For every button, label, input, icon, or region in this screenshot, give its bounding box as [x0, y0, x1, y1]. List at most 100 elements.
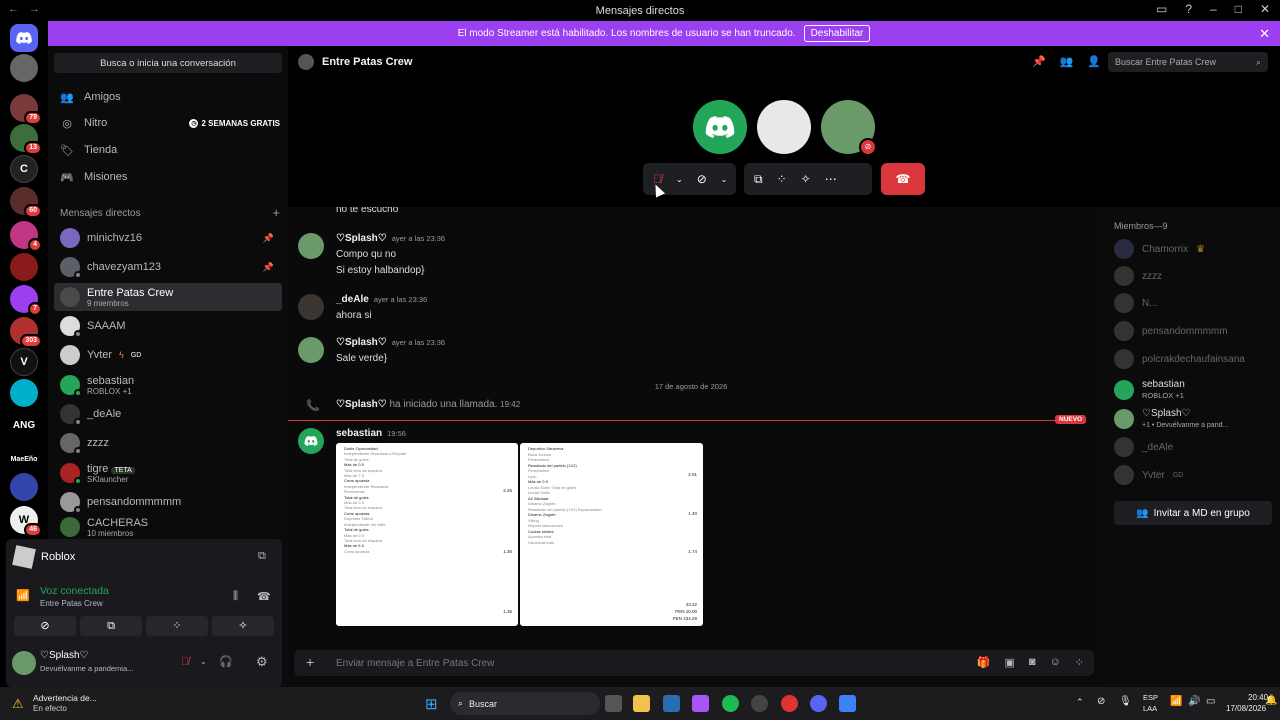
mic-icon[interactable]: 🎙 [1119, 696, 1132, 707]
user-avatar[interactable] [12, 651, 36, 675]
avatar[interactable] [298, 337, 324, 363]
dm-item[interactable]: _deAle [54, 400, 282, 428]
server-icon[interactable]: MaeEño [8, 445, 40, 473]
disable-streamer-button[interactable]: Deshabilitar [803, 25, 871, 42]
file-explorer-icon[interactable] [633, 695, 650, 712]
server-icon[interactable]: ANG [10, 411, 38, 439]
member-item[interactable]: pensandommmmm [1114, 321, 1274, 341]
attachment-image[interactable]: Deportivo Saravena Boca Juniors Fenerbahce… [520, 443, 703, 626]
server-icon[interactable]: 60 [10, 187, 42, 218]
member-item[interactable]: sebastian ROBLOX +1 [1114, 379, 1274, 401]
discord-taskbar-icon[interactable] [810, 695, 827, 712]
headphones-icon[interactable]: 🎧 [219, 655, 233, 668]
create-dm-icon[interactable]: + [272, 206, 280, 219]
close-icon[interactable]: ✕ [1260, 2, 1270, 16]
avatar[interactable] [298, 428, 324, 454]
server-icon[interactable]: V [10, 348, 38, 376]
notification-title[interactable]: Advertencia de... [33, 693, 97, 703]
dm-item[interactable]: minichvz16 📌 [54, 224, 282, 252]
server-icon[interactable]: 7 [10, 285, 42, 316]
back-icon[interactable]: ← [8, 3, 19, 15]
activity-stream-icon[interactable]: ⧉ [258, 550, 266, 563]
member-item[interactable]: zzzz [1114, 266, 1274, 286]
more-icon[interactable]: ⋯ [825, 172, 837, 186]
channel-search[interactable]: Buscar Entre Patas Crew ⌕ [1108, 52, 1268, 72]
member-item[interactable]: polcrakdechaufainsana [1114, 349, 1274, 369]
wifi-icon[interactable]: 📶 [1170, 696, 1182, 707]
screen-share-button[interactable]: ⧉ [80, 616, 142, 636]
gift-icon[interactable]: 🎁 [977, 656, 991, 669]
nav-friends[interactable]: 👥 Amigos [60, 85, 280, 109]
server-icon[interactable]: 303 [10, 317, 42, 348]
maximize-icon[interactable]: □ [1235, 2, 1242, 16]
server-icon[interactable]: 79 [10, 94, 42, 125]
chevron-up-icon[interactable]: ⌃ [1076, 697, 1084, 708]
discord-home-icon[interactable] [10, 24, 38, 52]
server-icon[interactable]: 4 [10, 221, 42, 252]
volume-icon[interactable]: 🔊 [1188, 696, 1200, 707]
noise-suppression-icon[interactable]: ⫼ [233, 590, 238, 603]
mic-muted-icon[interactable]: 🎙̸ [181, 656, 189, 668]
notifications-icon[interactable]: 🔔 [1265, 695, 1277, 706]
dm-item-selected[interactable]: Entre Patas Crew 9 miembros [54, 283, 282, 311]
taskbar-search[interactable]: ⌕ Buscar [450, 692, 600, 715]
server-icon[interactable] [10, 473, 38, 501]
member-item[interactable]: Chamorrix ♛ [1114, 239, 1274, 259]
windows-start-icon[interactable]: ⊞ [425, 695, 438, 713]
keyboard-language[interactable]: ESP [1143, 693, 1158, 702]
member-item[interactable]: _deAle [1114, 437, 1274, 457]
add-attachment-icon[interactable]: + [306, 654, 314, 670]
keyboard-layout[interactable]: LAA [1143, 704, 1157, 713]
camera-off-button[interactable]: ⊘ [14, 616, 76, 636]
server-icon[interactable] [10, 253, 38, 281]
pin-icon[interactable]: 📌 [1032, 55, 1046, 68]
apps-icon[interactable]: ⁘ [1075, 656, 1084, 669]
member-item[interactable]: ♡Splash♡ +1 • Devuélvanme a pand... [1114, 408, 1274, 430]
voice-channel[interactable]: Entre Patas Crew [40, 599, 103, 608]
server-icon[interactable]: C [10, 155, 38, 183]
close-banner-icon[interactable]: ✕ [1259, 26, 1270, 42]
store-icon[interactable] [663, 695, 680, 712]
call-participant[interactable] [757, 100, 811, 154]
avatar[interactable] [298, 294, 324, 320]
soundboard-button[interactable]: ✧ [212, 616, 274, 636]
soundboard-icon[interactable]: ✧ [801, 172, 811, 186]
dm-item[interactable]: SAAAM [54, 312, 282, 340]
server-icon[interactable]: 13 [10, 124, 42, 155]
screen-share-icon[interactable]: ⧉ [754, 172, 763, 187]
app-icon[interactable] [839, 695, 856, 712]
server-icon[interactable]: W 46 [10, 506, 42, 537]
opera-icon[interactable] [781, 695, 798, 712]
nav-quests[interactable]: 🎮 Misiones [60, 165, 280, 189]
dm-item[interactable]: sebastian ROBLOX +1 [54, 371, 282, 399]
dm-item[interactable]: tigre TETA SKlauncher [54, 459, 282, 487]
call-participant[interactable]: ⊘ [821, 100, 877, 156]
members-toggle-icon[interactable]: 👤 [1087, 55, 1101, 68]
voice-status[interactable]: Voz conectada [40, 585, 109, 597]
forward-icon[interactable]: → [29, 3, 40, 15]
minimize-icon[interactable]: – [1210, 2, 1217, 16]
find-conversation-button[interactable]: Busca o inicia una conversación [54, 53, 282, 73]
avatar[interactable] [298, 233, 324, 259]
chevron-down-icon[interactable]: ⌄ [200, 657, 207, 666]
sticker-icon[interactable]: ◙ [1029, 656, 1036, 669]
disconnect-icon[interactable]: ☎ [257, 590, 271, 603]
activities-icon[interactable]: ⁘ [777, 172, 787, 186]
dm-item[interactable]: pensandommmmm [54, 488, 282, 516]
member-item[interactable]: N... [1114, 293, 1274, 313]
invite-group-dm-button[interactable]: 👥 Invitar a MD en grupo [1114, 501, 1272, 525]
chevron-down-icon[interactable]: ⌄ [676, 175, 683, 184]
activities-button[interactable]: ⁘ [146, 616, 208, 636]
add-friends-icon[interactable]: 👥 [1060, 55, 1074, 68]
dm-item[interactable]: CACHERAS 10 miembros [54, 516, 282, 538]
network-off-icon[interactable]: ⊘ [1097, 696, 1105, 707]
server-icon[interactable] [10, 379, 38, 407]
dm-item[interactable]: chavezyam123 📌 [54, 253, 282, 281]
call-participant[interactable] [693, 100, 747, 154]
battery-icon[interactable]: ▭ [1206, 696, 1215, 707]
member-item[interactable]: Yvter GD [1114, 465, 1274, 485]
nav-nitro[interactable]: ◎ Nitro ◷ 2 SEMANAS GRATIS [60, 111, 280, 135]
camera-off-icon[interactable]: ⊘ [697, 172, 707, 186]
copilot-icon[interactable] [692, 695, 709, 712]
inbox-icon[interactable]: ▭ [1156, 2, 1167, 16]
